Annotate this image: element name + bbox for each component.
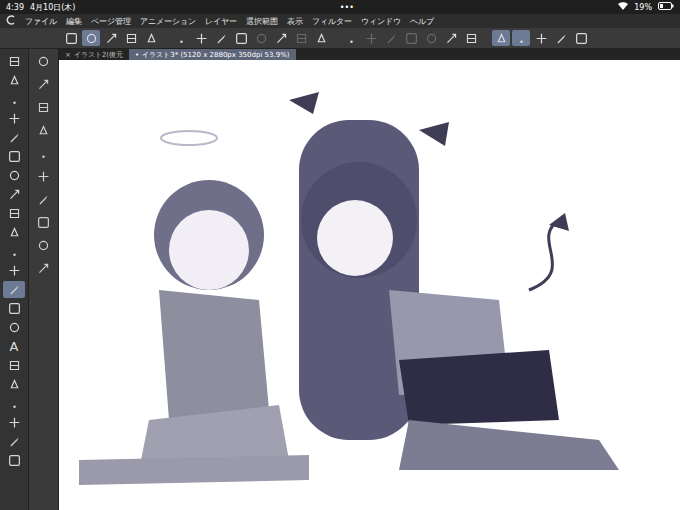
panel-icon[interactable] xyxy=(33,260,55,277)
tool-icon[interactable] xyxy=(3,91,25,108)
status-bar: 4:39 4月10日(木) ••• 19% xyxy=(0,0,680,14)
tool-palette: A xyxy=(0,49,29,510)
menu-item[interactable]: フィルター xyxy=(312,16,352,27)
tool-icon[interactable] xyxy=(3,452,25,469)
menu-item[interactable]: ウィンドウ xyxy=(361,16,401,27)
command-button-icon[interactable] xyxy=(312,30,330,46)
panel-icon[interactable] xyxy=(33,145,55,162)
panel-icon[interactable] xyxy=(33,53,55,70)
command-button-icon[interactable] xyxy=(342,30,360,46)
tool-icon[interactable] xyxy=(3,148,25,165)
tool-icon[interactable] xyxy=(3,167,25,184)
command-button-icon[interactable] xyxy=(362,30,380,46)
command-button-icon[interactable] xyxy=(512,30,530,46)
main-area: ×イラスト2(復元•イラスト3* (5120 x 2880px 350dpi 5… xyxy=(59,49,680,510)
tool-icon[interactable] xyxy=(3,72,25,89)
panel-icon[interactable] xyxy=(33,168,55,185)
command-button-icon[interactable] xyxy=(382,30,400,46)
menu-item[interactable]: ヘルプ xyxy=(410,16,434,27)
panel-icon[interactable] xyxy=(33,214,55,231)
menu-item[interactable]: 編集 xyxy=(66,16,82,27)
command-button-icon[interactable] xyxy=(462,30,480,46)
command-button-icon[interactable] xyxy=(82,30,100,46)
command-button-icon[interactable] xyxy=(402,30,420,46)
battery-percent: 19% xyxy=(634,3,652,12)
command-button-icon[interactable] xyxy=(422,30,440,46)
command-button-icon[interactable] xyxy=(62,30,80,46)
workspace: A×イラスト2(復元•イラスト3* (5120 x 2880px 350dpi … xyxy=(0,49,680,510)
multitask-dots[interactable]: ••• xyxy=(340,3,354,12)
menu-bar: ファイル編集ページ管理アニメーションレイヤー選択範囲表示フィルターウィンドウヘル… xyxy=(0,14,680,28)
menu-item[interactable]: 表示 xyxy=(287,16,303,27)
wifi-icon xyxy=(618,2,628,12)
menu-item[interactable]: アニメーション xyxy=(140,16,196,27)
tab-label[interactable]: イラスト3* (5120 x 2880px 350dpi 53.9%) xyxy=(142,50,289,60)
tool-icon[interactable] xyxy=(3,110,25,127)
panel-icon[interactable] xyxy=(33,191,55,208)
tool-icon[interactable] xyxy=(3,224,25,241)
tool-icon[interactable] xyxy=(3,262,25,279)
text-tool[interactable]: A xyxy=(3,338,25,355)
battery-icon xyxy=(658,2,674,12)
sub-tool-palette xyxy=(29,49,59,510)
tab-close[interactable]: × xyxy=(65,51,71,59)
command-button-icon[interactable] xyxy=(552,30,570,46)
tool-icon[interactable] xyxy=(3,186,25,203)
command-button-icon[interactable] xyxy=(212,30,230,46)
document-tab[interactable]: ×イラスト2(復元 xyxy=(59,49,129,60)
menu-item[interactable]: 選択範囲 xyxy=(246,16,278,27)
tool-icon[interactable] xyxy=(3,281,25,298)
command-button-icon[interactable] xyxy=(192,30,210,46)
tool-icon[interactable] xyxy=(3,376,25,393)
tab-close[interactable]: • xyxy=(135,51,139,59)
status-right: 19% xyxy=(618,2,674,12)
command-bar xyxy=(0,28,680,49)
command-button-icon[interactable] xyxy=(492,30,510,46)
command-button-icon[interactable] xyxy=(252,30,270,46)
tool-icon[interactable] xyxy=(3,414,25,431)
command-button-icon[interactable] xyxy=(532,30,550,46)
drawing-canvas[interactable] xyxy=(59,60,680,510)
app-logo-icon[interactable] xyxy=(6,15,16,27)
panel-icon[interactable] xyxy=(33,99,55,116)
tool-icon[interactable] xyxy=(3,129,25,146)
command-button-icon[interactable] xyxy=(232,30,250,46)
panel-icon[interactable] xyxy=(33,122,55,139)
tool-icon[interactable] xyxy=(3,433,25,450)
tool-icon[interactable] xyxy=(3,300,25,317)
tool-icon[interactable] xyxy=(3,205,25,222)
tool-icon[interactable] xyxy=(3,319,25,336)
command-button-icon[interactable] xyxy=(172,30,190,46)
menu-item[interactable]: レイヤー xyxy=(205,16,237,27)
status-left: 4:39 4月10日(木) xyxy=(6,2,75,13)
command-button-icon[interactable] xyxy=(272,30,290,46)
tool-icon[interactable] xyxy=(3,53,25,70)
menu-item[interactable]: ファイル xyxy=(25,16,57,27)
tool-icon[interactable] xyxy=(3,395,25,412)
tab-label[interactable]: イラスト2(復元 xyxy=(74,50,123,60)
panel-icon[interactable] xyxy=(33,237,55,254)
command-button-icon[interactable] xyxy=(142,30,160,46)
date: 4月10日(木) xyxy=(30,2,76,13)
command-button-icon[interactable] xyxy=(122,30,140,46)
tab-bar: ×イラスト2(復元•イラスト3* (5120 x 2880px 350dpi 5… xyxy=(59,49,680,60)
command-button-icon[interactable] xyxy=(572,30,590,46)
tool-icon[interactable] xyxy=(3,357,25,374)
panel-icon[interactable] xyxy=(33,76,55,93)
document-tab[interactable]: •イラスト3* (5120 x 2880px 350dpi 53.9%) xyxy=(129,49,295,60)
command-button-icon[interactable] xyxy=(292,30,310,46)
command-button-icon[interactable] xyxy=(102,30,120,46)
clock: 4:39 xyxy=(6,3,24,12)
tool-icon[interactable] xyxy=(3,243,25,260)
command-button-icon[interactable] xyxy=(442,30,460,46)
menu-item[interactable]: ページ管理 xyxy=(91,16,131,27)
